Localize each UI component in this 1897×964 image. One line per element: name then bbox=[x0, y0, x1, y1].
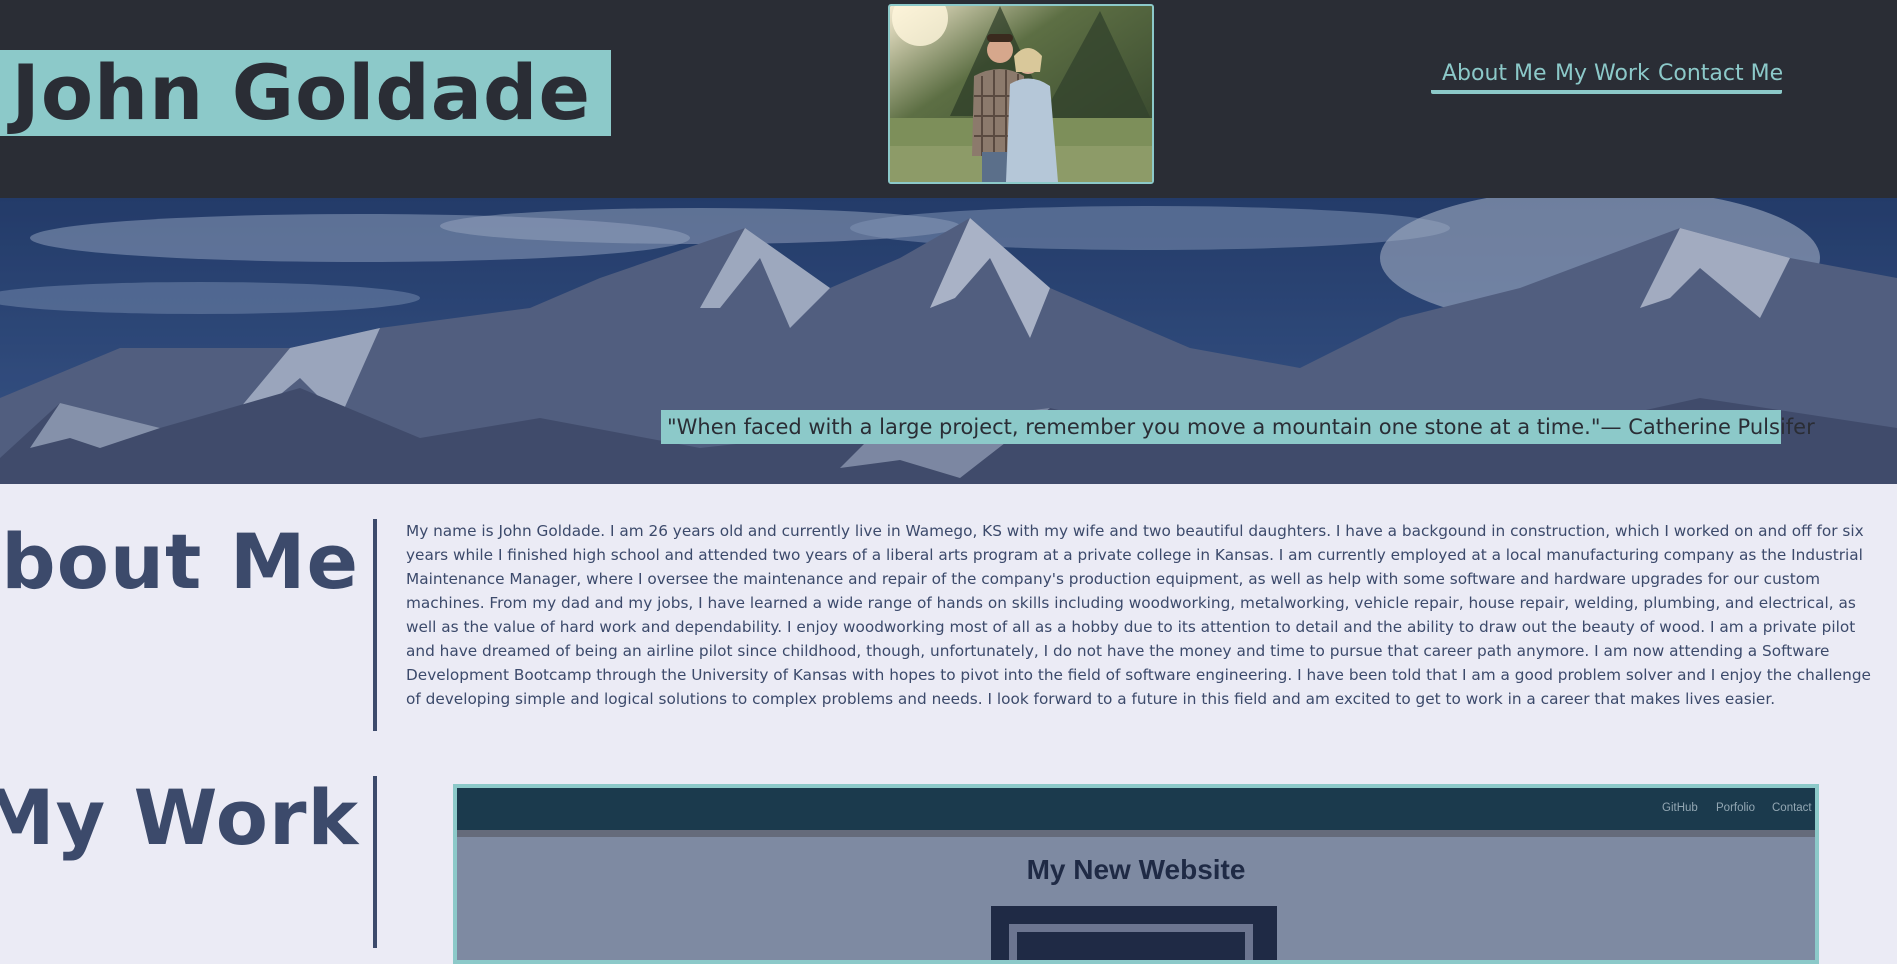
name-banner: John Goldade bbox=[0, 50, 611, 136]
preview-nav-github: GitHub bbox=[1662, 802, 1698, 814]
about-heading: About Me bbox=[0, 517, 359, 606]
work-divider bbox=[373, 776, 377, 948]
preview-content-frame bbox=[1009, 924, 1253, 960]
preview-title: My New Website bbox=[1026, 854, 1246, 885]
hero-quote: "When faced with a large project, rememb… bbox=[661, 410, 1815, 444]
preview-content-box bbox=[991, 906, 1277, 960]
project-preview[interactable]: GitHub Porfolio Contact My New Website bbox=[453, 784, 1819, 964]
profile-photo bbox=[888, 4, 1154, 184]
main-nav: About Me My Work Contact Me bbox=[1431, 60, 1783, 94]
nav-link-my-work[interactable]: My Work bbox=[1555, 60, 1650, 88]
work-heading: My Work bbox=[0, 773, 359, 862]
nav-link-about-me[interactable]: About Me bbox=[1442, 60, 1547, 88]
about-paragraph: My name is John Goldade. I am 26 years o… bbox=[406, 522, 1871, 708]
preview-nav-contact: Contact bbox=[1772, 802, 1812, 814]
preview-navbar: GitHub Porfolio Contact bbox=[457, 788, 1815, 837]
nav-link-contact-me[interactable]: Contact Me bbox=[1658, 60, 1783, 88]
preview-nav-portfolio: Porfolio bbox=[1716, 802, 1755, 814]
site-name: John Goldade bbox=[11, 48, 591, 137]
about-divider bbox=[373, 519, 377, 731]
site-header: John Goldade About Me My Work Contact Me bbox=[0, 0, 1897, 198]
